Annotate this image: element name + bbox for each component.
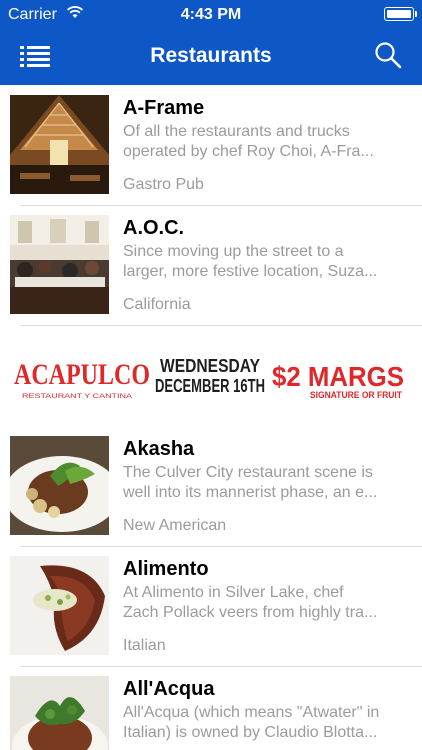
restaurant-list: A-Frame Of all the restaurants and truck… (0, 85, 422, 750)
list-item-allacqua[interactable]: All'Acqua All'Acqua (which means "Atwate… (0, 666, 422, 750)
banner-brand-sub: RESTAURANT Y CANTINA (22, 394, 132, 400)
restaurant-photo (10, 95, 109, 194)
banner-date: DECEMBER 16TH (155, 376, 265, 396)
description-line: larger, more festive location, Suza... (123, 263, 378, 280)
list-item-akasha[interactable]: Akasha The Culver City restaurant scene … (0, 426, 422, 546)
page-title: Restaurants (150, 44, 272, 67)
restaurant-description: At Alimento in Silver Lake, chef Zach Po… (123, 583, 408, 623)
list-item-aoc[interactable]: A.O.C. Since moving up the street to a l… (0, 205, 422, 325)
description-line: Of all the restaurants and trucks (123, 123, 350, 140)
banner-brand: ACAPULCO (14, 358, 150, 391)
banner-price: $2 MARGS (272, 361, 404, 392)
advertisement-banner[interactable]: ACAPULCO RESTAURANT Y CANTINA WEDNESDAY … (0, 326, 422, 426)
restaurant-photo (10, 556, 109, 655)
restaurant-name: Alimento (123, 558, 209, 580)
description-line: well into its mannerist phase, an e... (123, 484, 378, 501)
list-item-alimento[interactable]: Alimento At Alimento in Silver Lake, che… (0, 546, 422, 666)
description-line: At Alimento in Silver Lake, chef (123, 584, 344, 601)
restaurant-category: Italian (123, 637, 166, 654)
restaurant-photo (10, 436, 109, 535)
banner-day: WEDNESDAY (160, 356, 260, 376)
description-line: operated by chef Roy Choi, A-Fra... (123, 143, 374, 160)
restaurant-name: All'Acqua (123, 678, 215, 700)
top-bar: Carrier 4:43 PM Restaurants (0, 0, 422, 85)
battery-icon (384, 7, 417, 21)
restaurant-name: A-Frame (123, 97, 205, 119)
banner-price-sub: SIGNATURE OR FRUIT (310, 390, 402, 400)
list-item-a-frame[interactable]: A-Frame Of all the restaurants and truck… (0, 85, 422, 205)
restaurant-name: Akasha (123, 438, 195, 460)
status-bar: Carrier 4:43 PM (0, 0, 422, 30)
description-line: Zach Pollack veers from highly tra... (123, 604, 378, 621)
description-line: All'Acqua (which means "Atwater" in (123, 704, 380, 721)
restaurant-name: A.O.C. (123, 217, 185, 239)
restaurant-category: California (123, 296, 191, 313)
restaurant-photo (10, 676, 109, 750)
description-line: Since moving up the street to a (123, 243, 344, 260)
restaurant-category: Gastro Pub (123, 176, 204, 193)
restaurant-description: Since moving up the street to a larger, … (123, 242, 408, 282)
description-line: The Culver City restaurant scene is (123, 464, 373, 481)
restaurant-description: Of all the restaurants and trucks operat… (123, 122, 408, 162)
clock: 4:43 PM (180, 6, 242, 23)
description-line: Italian) is owned by Claudio Blotta... (123, 724, 378, 741)
restaurant-category: New American (123, 517, 227, 534)
restaurant-description: The Culver City restaurant scene is well… (123, 463, 408, 503)
restaurant-description: All'Acqua (which means "Atwater" in Ital… (123, 703, 408, 743)
restaurant-photo (10, 215, 109, 314)
search-icon[interactable] (374, 41, 402, 71)
